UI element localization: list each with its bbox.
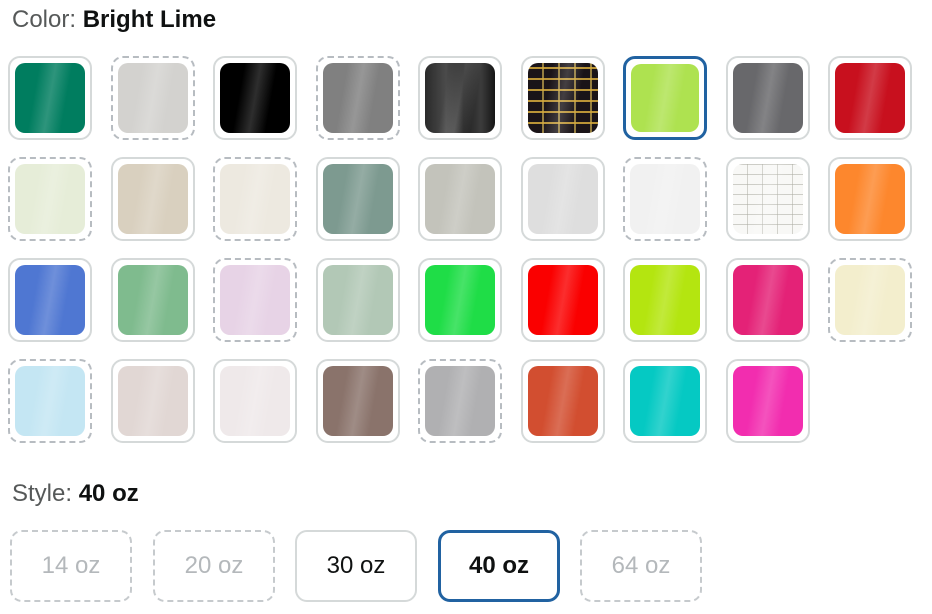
color-swatch[interactable]	[623, 56, 707, 140]
color-swatch-grid	[8, 56, 926, 446]
color-chip	[733, 164, 803, 234]
color-swatch[interactable]	[213, 359, 297, 443]
color-chip	[528, 164, 598, 234]
style-option-label: 20 oz	[184, 552, 244, 579]
color-chip	[118, 164, 188, 234]
selected-color-name: Bright Lime	[82, 6, 217, 33]
style-options: 14 oz 20 oz 30 oz 40 oz 64 oz	[10, 530, 730, 604]
color-swatch[interactable]	[316, 56, 400, 140]
color-swatch[interactable]	[111, 157, 195, 241]
color-swatch[interactable]	[8, 56, 92, 140]
color-chip	[528, 265, 598, 335]
color-swatch[interactable]	[521, 56, 605, 140]
color-label-text: Color:	[12, 6, 77, 33]
color-swatch[interactable]	[623, 359, 707, 443]
color-chip	[118, 366, 188, 436]
color-chip	[631, 64, 699, 132]
color-swatch[interactable]	[828, 157, 912, 241]
color-chip	[733, 265, 803, 335]
color-swatch[interactable]	[213, 56, 297, 140]
color-chip	[118, 265, 188, 335]
color-swatch[interactable]	[726, 258, 810, 342]
color-swatch[interactable]	[726, 157, 810, 241]
color-chip	[15, 265, 85, 335]
color-swatch[interactable]	[316, 258, 400, 342]
color-chip	[425, 366, 495, 436]
color-chip	[220, 63, 290, 133]
color-chip	[425, 63, 495, 133]
style-label-text: Style:	[12, 480, 73, 507]
color-swatch[interactable]	[111, 359, 195, 443]
color-chip	[630, 164, 700, 234]
color-swatch[interactable]	[623, 157, 707, 241]
color-chip	[528, 63, 598, 133]
color-swatch[interactable]	[8, 157, 92, 241]
style-option-button[interactable]: 40 oz	[438, 530, 560, 602]
color-chip	[220, 265, 290, 335]
color-chip	[15, 164, 85, 234]
color-chip	[630, 366, 700, 436]
color-swatch[interactable]	[111, 258, 195, 342]
style-option-label: 30 oz	[326, 552, 386, 579]
color-chip	[220, 164, 290, 234]
style-option-button[interactable]: 64 oz	[580, 530, 702, 602]
color-label: Color: Bright Lime	[12, 6, 216, 34]
color-swatch[interactable]	[213, 157, 297, 241]
color-chip	[425, 265, 495, 335]
color-chip	[528, 366, 598, 436]
style-label: Style: 40 oz	[12, 480, 139, 508]
style-option-label: 40 oz	[468, 552, 530, 579]
color-chip	[835, 265, 905, 335]
style-option-button[interactable]: 20 oz	[153, 530, 275, 602]
color-swatch[interactable]	[8, 359, 92, 443]
style-option-button[interactable]: 30 oz	[295, 530, 417, 602]
color-chip	[118, 63, 188, 133]
color-swatch[interactable]	[828, 258, 912, 342]
color-swatch[interactable]	[316, 157, 400, 241]
color-chip	[323, 265, 393, 335]
color-swatch[interactable]	[418, 359, 502, 443]
color-swatch[interactable]	[418, 258, 502, 342]
color-chip	[630, 265, 700, 335]
color-chip	[425, 164, 495, 234]
style-option-label: 64 oz	[611, 552, 671, 579]
color-swatch[interactable]	[8, 258, 92, 342]
color-chip	[15, 366, 85, 436]
color-swatch[interactable]	[521, 359, 605, 443]
color-chip	[323, 164, 393, 234]
color-swatch[interactable]	[316, 359, 400, 443]
color-swatch[interactable]	[726, 359, 810, 443]
color-chip	[323, 63, 393, 133]
color-swatch[interactable]	[111, 56, 195, 140]
color-chip	[835, 63, 905, 133]
color-swatch[interactable]	[418, 56, 502, 140]
color-swatch[interactable]	[418, 157, 502, 241]
color-swatch[interactable]	[521, 258, 605, 342]
color-chip	[835, 164, 905, 234]
color-swatch[interactable]	[213, 258, 297, 342]
style-option-button[interactable]: 14 oz	[10, 530, 132, 602]
color-chip	[323, 366, 393, 436]
color-swatch[interactable]	[521, 157, 605, 241]
color-swatch[interactable]	[623, 258, 707, 342]
color-chip	[220, 366, 290, 436]
color-chip	[733, 366, 803, 436]
style-option-label: 14 oz	[41, 552, 101, 579]
color-swatch[interactable]	[726, 56, 810, 140]
color-chip	[15, 63, 85, 133]
color-chip	[733, 63, 803, 133]
selected-style-name: 40 oz	[78, 480, 139, 507]
color-swatch[interactable]	[828, 56, 912, 140]
